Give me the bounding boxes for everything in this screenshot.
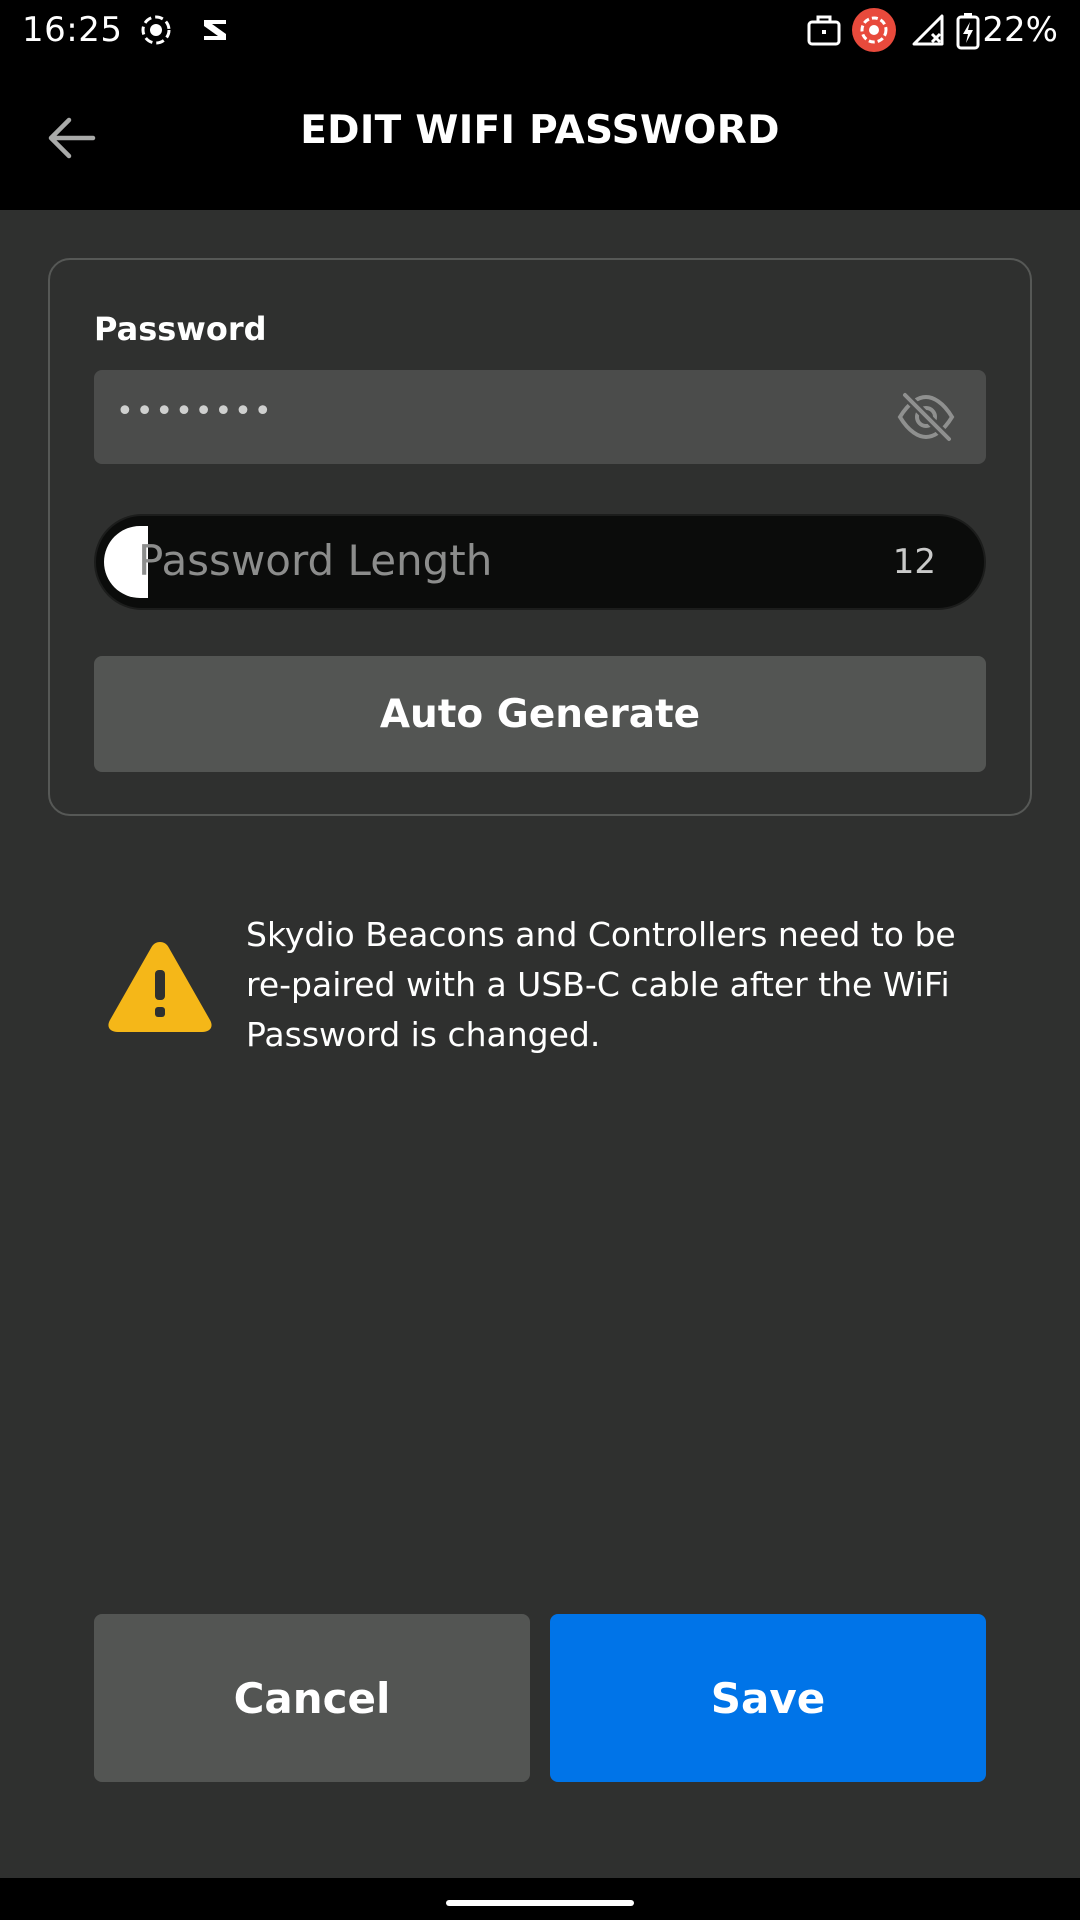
password-input[interactable]: •••••••• [94,370,986,464]
navigation-bar [0,1878,1080,1920]
home-indicator[interactable] [446,1900,634,1906]
status-time: 16:25 [22,10,123,50]
app-bar: EDIT WIFI PASSWORD [0,64,1080,210]
no-signal-icon [912,14,944,46]
record-icon [141,15,171,45]
password-length-slider[interactable]: Password Length 12 [94,514,986,610]
battery-charging-icon [956,13,980,50]
eye-off-icon [897,392,955,442]
auto-generate-button[interactable]: Auto Generate [94,656,986,772]
warning-icon [108,942,212,1032]
page-title: EDIT WIFI PASSWORD [300,108,780,153]
slider-value: 12 [892,542,936,582]
cancel-button[interactable]: Cancel [94,1614,530,1782]
screen-record-icon [852,8,896,52]
status-bar: 16:25 22% [0,0,1080,64]
password-value: •••••••• [116,394,274,429]
notification-icon [204,20,226,40]
password-label: Password [94,310,267,348]
save-button[interactable]: Save [550,1614,986,1782]
warning-message: Skydio Beacons and Controllers need to b… [246,915,956,1054]
briefcase-icon [807,15,841,46]
password-card: Password •••••••• Password Length 12 Aut… [48,258,1032,816]
visibility-toggle-button[interactable] [896,392,956,442]
slider-label: Password Length [138,536,493,585]
battery-percent: 22% [982,10,1058,50]
